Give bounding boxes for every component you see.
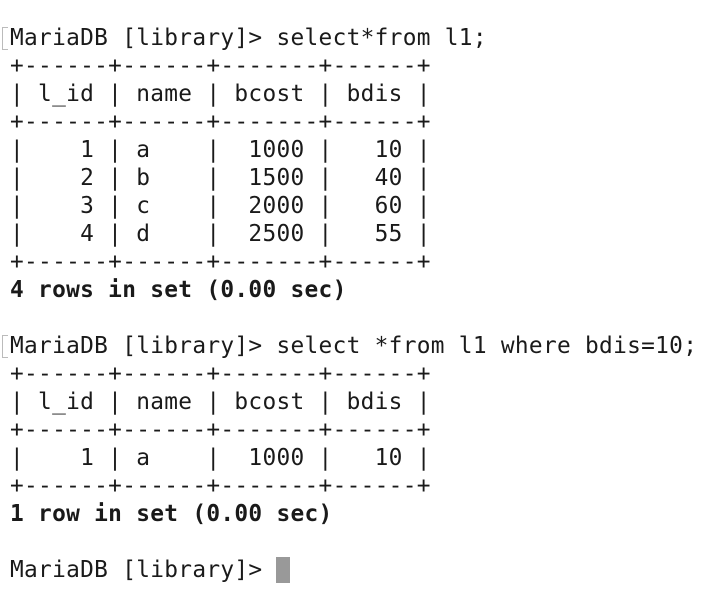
prompt: MariaDB [library]> xyxy=(10,25,277,51)
input-line[interactable]: MariaDB [library]> xyxy=(10,556,697,584)
table-border: +------+------+-------+------+ xyxy=(10,417,431,443)
command-line-1: MariaDB [library]> select*from l1; xyxy=(2,24,697,52)
window-corner xyxy=(0,584,16,600)
terminal-output[interactable]: MariaDB [library]> select*from l1; +----… xyxy=(2,24,698,584)
result-summary: 1 row in set (0.00 sec) xyxy=(10,501,333,527)
prompt: MariaDB [library]> xyxy=(10,557,277,583)
table-header: | l_id | name | bcost | bdis | xyxy=(10,81,431,107)
table-row: | 4 | d | 2500 | 55 | xyxy=(10,221,431,247)
result-summary: 4 rows in set (0.00 sec) xyxy=(10,277,347,303)
table-row: | 2 | b | 1500 | 40 | xyxy=(10,165,431,191)
command: select *from l1 where bdis=10; xyxy=(276,333,698,359)
command: select*from l1; xyxy=(276,25,487,51)
prompt: MariaDB [library]> xyxy=(10,333,277,359)
table-row: | 3 | c | 2000 | 60 | xyxy=(10,193,431,219)
table-border: +------+------+-------+------+ xyxy=(10,361,431,387)
table-border: +------+------+-------+------+ xyxy=(10,53,431,79)
line-mark-icon xyxy=(2,335,8,358)
table-border: +------+------+-------+------+ xyxy=(10,109,431,135)
table-border: +------+------+-------+------+ xyxy=(10,473,431,499)
command-line-2: MariaDB [library]> select *from l1 where… xyxy=(2,332,698,360)
table-header: | l_id | name | bcost | bdis | xyxy=(10,389,431,415)
table-row: | 1 | a | 1000 | 10 | xyxy=(10,445,431,471)
table-border: +------+------+-------+------+ xyxy=(10,249,431,275)
cursor xyxy=(276,557,291,583)
line-mark-icon xyxy=(2,27,8,50)
table-row: | 1 | a | 1000 | 10 | xyxy=(10,137,431,163)
